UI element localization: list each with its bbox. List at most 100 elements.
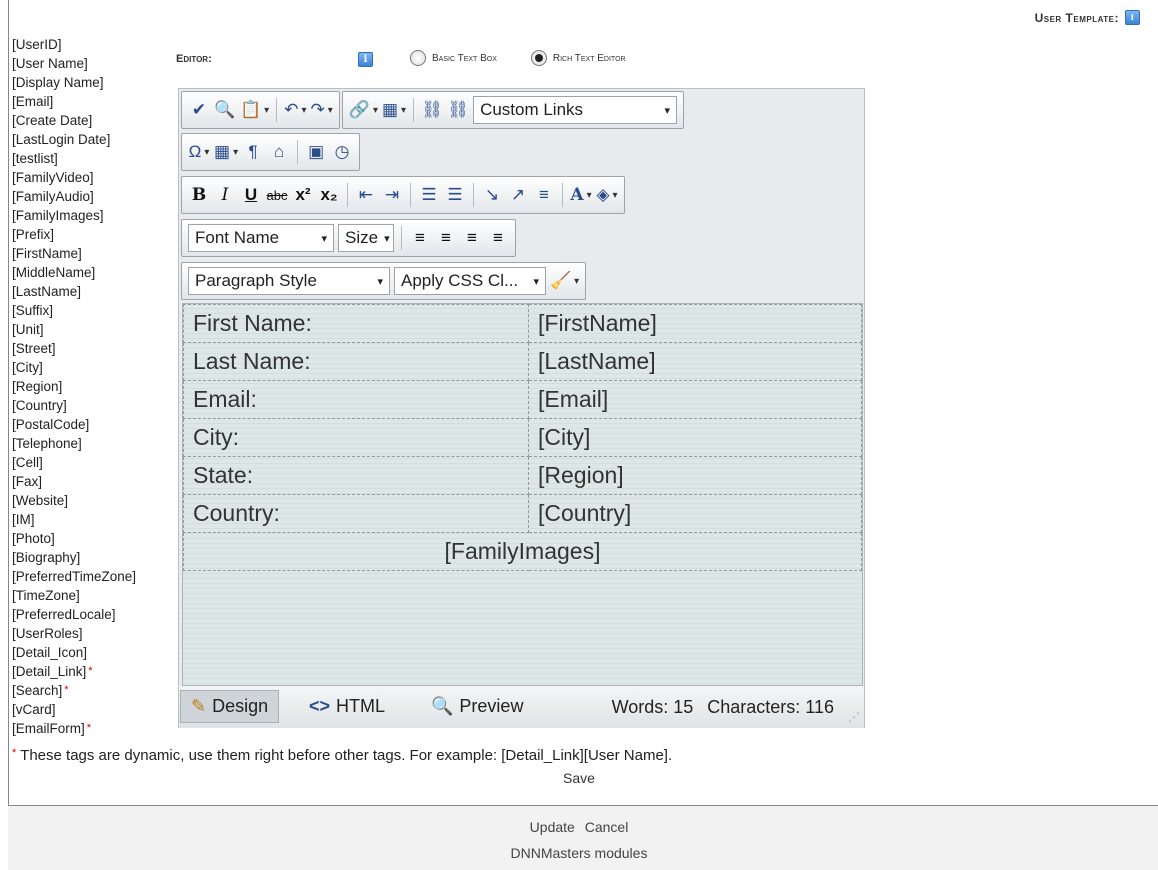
token-item[interactable]: [Street] (12, 339, 172, 358)
strikethrough-button[interactable]: abc (266, 182, 288, 208)
token-item[interactable]: [FamilyAudio] (12, 187, 172, 206)
token-item[interactable]: [Detail_Link] * (12, 662, 172, 681)
token-item[interactable]: [LastLogin Date] (12, 130, 172, 149)
field-label-cell[interactable]: Last Name: (183, 342, 529, 381)
token-item[interactable]: [Detail_Icon] (12, 643, 172, 662)
token-item[interactable]: [MiddleName] (12, 263, 172, 282)
background-color-icon[interactable]: ◈ (596, 182, 618, 208)
field-token-cell[interactable]: [FirstName] (528, 304, 862, 343)
redo-icon[interactable]: ↷ (310, 97, 332, 123)
basic-text-box-radio[interactable] (410, 50, 426, 66)
token-item[interactable]: [Create Date] (12, 111, 172, 130)
justify-icon[interactable]: ≡ (487, 225, 509, 251)
token-item[interactable]: [PreferredLocale] (12, 605, 172, 624)
html-mode-tab[interactable]: <> HTML (299, 690, 395, 723)
field-token-cell[interactable]: [Region] (528, 456, 862, 495)
token-item[interactable]: [vCard] (12, 700, 172, 719)
horizontal-rule-icon[interactable]: ≡ (533, 182, 555, 208)
indent-icon[interactable]: ⇥ (381, 182, 403, 208)
rich-text-editor-radio[interactable] (530, 50, 547, 66)
field-token-cell[interactable]: [LastName] (528, 342, 862, 381)
field-label-cell[interactable]: Country: (183, 494, 529, 533)
design-mode-tab[interactable]: ✎ Design (180, 690, 280, 723)
token-item[interactable]: [FirstName] (12, 244, 172, 263)
paragraph-icon[interactable]: ¶ (242, 139, 264, 165)
convert-upper-icon[interactable]: ↗ (507, 182, 529, 208)
token-item[interactable]: [IM] (12, 510, 172, 529)
undo-icon[interactable]: ↶ (284, 97, 306, 123)
rich-text-editor-label[interactable]: Rich Text Editor (553, 53, 626, 64)
snippet-icon[interactable]: ⌂ (268, 139, 290, 165)
align-right-icon[interactable]: ≡ (461, 225, 483, 251)
token-item[interactable]: [Telephone] (12, 434, 172, 453)
token-item[interactable]: [Fax] (12, 472, 172, 491)
italic-button[interactable]: I (214, 182, 236, 208)
token-item[interactable]: [Suffix] (12, 301, 172, 320)
paste-icon[interactable]: 📋 (240, 97, 269, 123)
special-characters-icon[interactable]: Ω (188, 139, 210, 165)
save-button[interactable]: Save (563, 770, 595, 786)
outdent-icon[interactable]: ⇤ (355, 182, 377, 208)
token-item[interactable]: [FamilyImages] (12, 206, 172, 225)
token-item[interactable]: [Country] (12, 396, 172, 415)
token-item[interactable]: [UserRoles] (12, 624, 172, 643)
token-item[interactable]: [Prefix] (12, 225, 172, 244)
insert-table-icon[interactable]: ▦ (214, 139, 238, 165)
token-item[interactable]: [Biography] (12, 548, 172, 567)
media-manager-icon[interactable]: ▦ (382, 97, 406, 123)
token-item[interactable]: [PreferredTimeZone] (12, 567, 172, 586)
token-item[interactable]: [Photo] (12, 529, 172, 548)
token-item[interactable]: [EmailForm] * (12, 719, 172, 738)
token-item[interactable]: [User Name] (12, 54, 172, 73)
spellcheck-icon[interactable]: ✔ (188, 97, 210, 123)
token-item[interactable]: [PostalCode] (12, 415, 172, 434)
editor-content-area[interactable]: First Name: [FirstName] Last Name: [LastNam… (182, 303, 863, 686)
numbered-list-icon[interactable]: ☰ (418, 182, 440, 208)
paragraph-style-select[interactable]: Paragraph Style (188, 267, 390, 295)
field-token-cell[interactable]: [Country] (528, 494, 862, 533)
token-item[interactable]: [Cell] (12, 453, 172, 472)
superscript-button[interactable]: x² (292, 182, 314, 208)
find-replace-icon[interactable]: 🔍 (214, 97, 236, 123)
field-token-cell[interactable]: [City] (528, 418, 862, 457)
convert-lower-icon[interactable]: ↘ (481, 182, 503, 208)
underline-button[interactable]: U (240, 182, 262, 208)
field-label-cell[interactable]: First Name: (183, 304, 529, 343)
token-item[interactable]: [City] (12, 358, 172, 377)
token-item[interactable]: [Region] (12, 377, 172, 396)
font-size-select[interactable]: Size (338, 224, 394, 252)
font-color-icon[interactable]: A (570, 182, 592, 208)
field-label-cell[interactable]: City: (183, 418, 529, 457)
subscript-button[interactable]: x₂ (318, 182, 340, 208)
format-stripper-icon[interactable]: 🧹 (550, 268, 579, 294)
token-item[interactable]: [Unit] (12, 320, 172, 339)
token-item[interactable]: [TimeZone] (12, 586, 172, 605)
apply-css-class-select[interactable]: Apply CSS Cl... (394, 267, 546, 295)
unlink-icon[interactable]: ⛓ (447, 97, 469, 123)
bold-button[interactable]: B (188, 182, 210, 208)
token-item[interactable]: [UserID] (12, 35, 172, 54)
token-item[interactable]: [Search] * (12, 681, 172, 700)
resize-grip-icon[interactable]: ⋰ (848, 710, 860, 724)
help-icon[interactable]: i (1125, 10, 1140, 25)
token-item[interactable]: [Website] (12, 491, 172, 510)
hyperlink-icon[interactable]: 🔗 (349, 97, 378, 123)
custom-links-select[interactable]: Custom Links (473, 96, 678, 124)
align-left-icon[interactable]: ≡ (409, 225, 431, 251)
font-name-select[interactable]: Font Name (188, 224, 334, 252)
token-item[interactable]: [Display Name] (12, 73, 172, 92)
update-button[interactable]: Update (530, 819, 575, 835)
token-item[interactable]: [testlist] (12, 149, 172, 168)
cancel-button[interactable]: Cancel (585, 819, 629, 835)
insert-date-icon[interactable]: ▣ (305, 139, 327, 165)
basic-text-box-label[interactable]: Basic Text Box (432, 53, 497, 64)
field-token-cell[interactable]: [Email] (528, 380, 862, 419)
bullet-list-icon[interactable]: ☰ (444, 182, 466, 208)
editor-help-icon[interactable]: i (358, 52, 373, 67)
field-label-cell[interactable]: State: (183, 456, 529, 495)
token-item[interactable]: [LastName] (12, 282, 172, 301)
family-images-cell[interactable]: [FamilyImages] (183, 532, 862, 571)
field-label-cell[interactable]: Email: (183, 380, 529, 419)
insert-time-icon[interactable]: ◷ (331, 139, 353, 165)
token-item[interactable]: [Email] (12, 92, 172, 111)
